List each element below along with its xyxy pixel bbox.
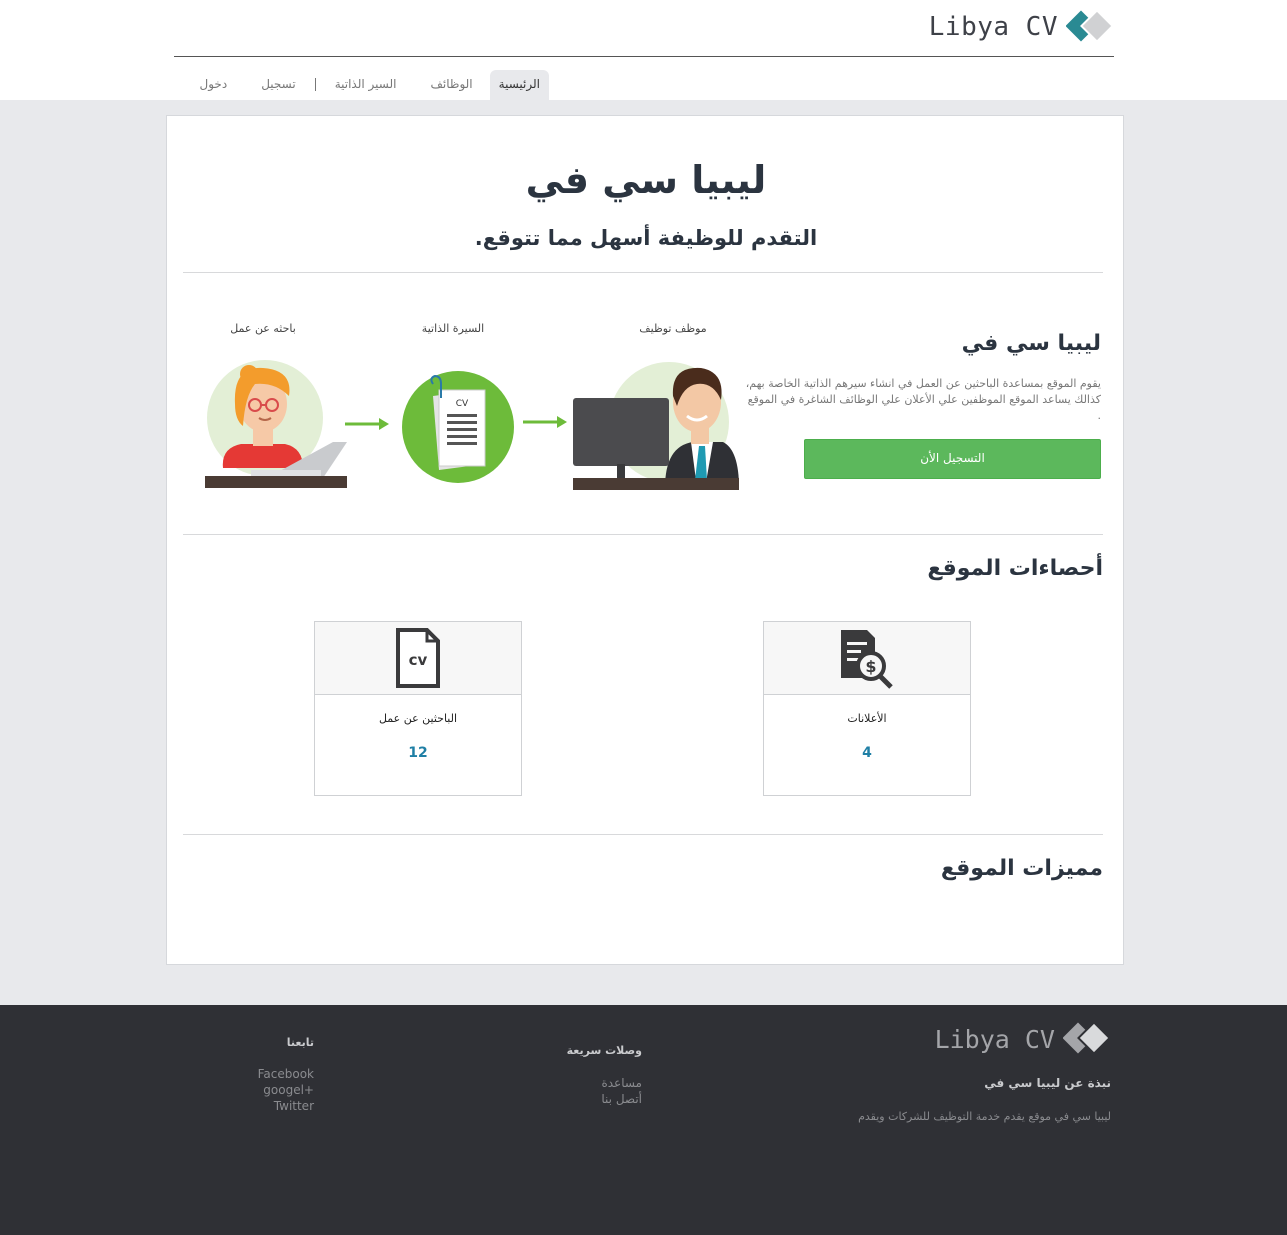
section-divider xyxy=(183,534,1103,535)
hero-subtitle: التقدم للوظيفة أسهل مما تتوقع. xyxy=(474,226,818,250)
stat-card-jobseekers[interactable]: cv الباحثين عن عمل 12 xyxy=(314,621,522,796)
svg-text:$: $ xyxy=(865,657,876,676)
stat-value: 4 xyxy=(862,745,872,761)
job-ads-icon: $ xyxy=(841,630,893,689)
header-divider xyxy=(174,56,1114,57)
register-now-button[interactable]: التسجيل الأن xyxy=(804,439,1101,479)
cv-document-illustration-icon: CV xyxy=(402,371,514,483)
intro-title: ليبيا سي في xyxy=(961,331,1101,356)
main-content-card: ليبيا سي في التقدم للوظيفة أسهل مما تتوق… xyxy=(166,115,1124,965)
site-header: Libya CV الرئيسية الوظائف السير الذاتية … xyxy=(0,0,1287,100)
footer-about-title: نبذة عن ليبيا سي في xyxy=(984,1076,1111,1090)
main-nav: الرئيسية الوظائف السير الذاتية تسجيل دخو… xyxy=(183,70,549,100)
diamond-logo-icon xyxy=(1063,1022,1111,1055)
footer-logo-text: Libya CV xyxy=(934,1024,1055,1054)
stat-card-header: cv xyxy=(315,622,521,695)
nav-separator xyxy=(314,78,316,91)
section-divider xyxy=(183,272,1103,273)
nav-cvs[interactable]: السير الذاتية xyxy=(318,70,414,100)
nav-login[interactable]: دخول xyxy=(183,70,245,100)
logo-text: Libya CV xyxy=(928,12,1058,42)
step-label-cv: السيرة الذاتية xyxy=(421,322,485,335)
site-footer: Libya CV نبذة عن ليبيا سي في ليبيا سي في… xyxy=(0,1005,1287,1235)
recruiter-illustration-icon xyxy=(573,362,739,490)
stat-value: 12 xyxy=(408,745,428,761)
cv-file-icon: cv xyxy=(396,628,440,688)
footer-follow-title: تابعنا xyxy=(286,1036,314,1049)
hero-title: ليبيا سي في xyxy=(525,158,767,202)
step-label-jobseeker: باحثه عن عمل xyxy=(230,322,296,335)
section-divider xyxy=(183,834,1103,835)
stat-label: الأعلانات xyxy=(847,712,887,725)
arrow-right-icon xyxy=(345,418,389,430)
stat-card-ads[interactable]: $ الأعلانات 4 xyxy=(763,621,971,796)
stats-title: أحصاءات الموقع xyxy=(927,556,1103,581)
footer-link-contact[interactable]: أتصل بنا xyxy=(601,1092,642,1106)
stat-card-header: $ xyxy=(764,622,970,695)
diamond-logo-icon xyxy=(1066,10,1114,43)
footer-link-twitter[interactable]: Twitter xyxy=(274,1099,314,1113)
svg-text:CV: CV xyxy=(456,399,469,409)
nav-register[interactable]: تسجيل xyxy=(244,70,313,100)
footer-link-facebook[interactable]: Facebook xyxy=(258,1067,314,1081)
footer-quick-links-title: وصلات سريعة xyxy=(566,1044,642,1057)
footer-about-text: ليبيا سي في موقع يقدم خدمة التوظيف للشرك… xyxy=(858,1110,1111,1123)
nav-jobs[interactable]: الوظائف xyxy=(413,70,489,100)
footer-link-google-plus[interactable]: googel+ xyxy=(263,1083,314,1097)
footer-link-help[interactable]: مساعدة xyxy=(601,1076,642,1090)
intro-text: يقوم الموقع بمساعدة الباحثين عن العمل في… xyxy=(745,377,1101,422)
step-label-recruiter: موظف توظيف xyxy=(639,322,707,335)
svg-text:cv: cv xyxy=(409,651,428,669)
arrow-right-icon xyxy=(523,416,567,428)
nav-home[interactable]: الرئيسية xyxy=(489,70,549,100)
job-seeker-illustration-icon xyxy=(205,360,347,488)
features-title: مميزات الموقع xyxy=(940,856,1103,881)
stat-label: الباحثين عن عمل xyxy=(378,712,458,725)
footer-logo[interactable]: Libya CV xyxy=(935,1022,1111,1056)
site-logo[interactable]: Libya CV xyxy=(929,10,1114,44)
